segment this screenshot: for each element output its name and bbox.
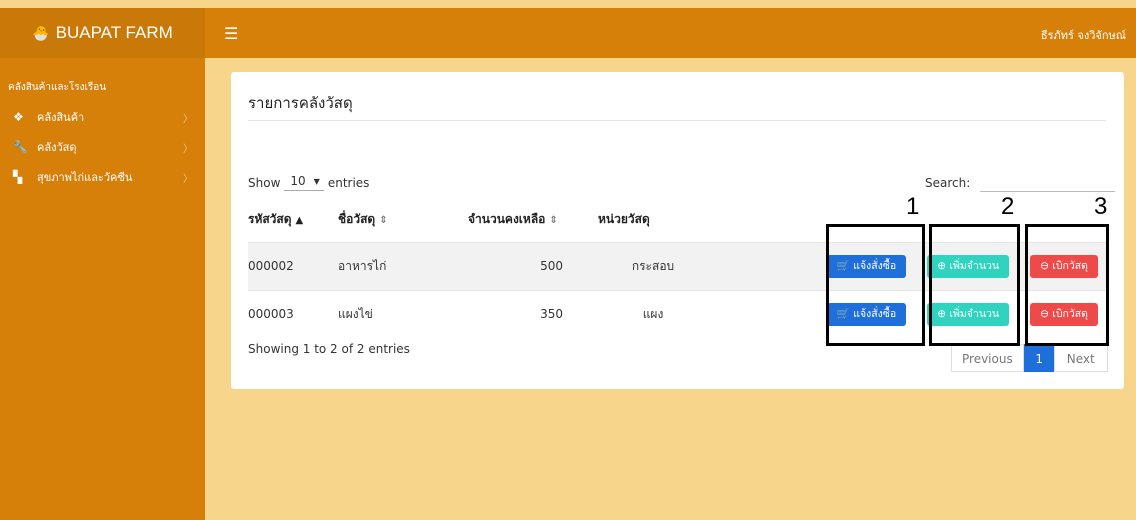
user-name[interactable]: ธีรภัทร์ จงวิจักษณ์ bbox=[1041, 26, 1126, 44]
page-title: รายการคลังวัสดุ bbox=[248, 94, 353, 112]
search-input[interactable] bbox=[980, 174, 1116, 192]
cell-unit: กระสอบ bbox=[598, 241, 708, 290]
col-name[interactable]: ชื่อวัสดุ ⇕ bbox=[338, 198, 468, 242]
page-1-button[interactable]: 1 bbox=[1023, 344, 1055, 372]
chevron-right-icon: 〉 bbox=[183, 143, 193, 155]
next-button[interactable]: Next bbox=[1053, 344, 1108, 372]
cubes-icon: ❖ bbox=[13, 110, 24, 124]
annotation-box-1 bbox=[826, 224, 925, 346]
table-info: Showing 1 to 2 of 2 entries bbox=[248, 342, 410, 356]
col-qty[interactable]: จำนวนคงเหลือ ⇕ bbox=[468, 198, 598, 242]
brand-name: BUAPAT FARM bbox=[55, 23, 173, 42]
col-code-label: รหัสวัสดุ bbox=[248, 212, 292, 227]
caret-down-icon: ▼ bbox=[313, 176, 320, 186]
annotation-box-3 bbox=[1025, 224, 1109, 346]
sidebar-item-label: คลังสินค้า bbox=[37, 111, 85, 124]
annotation-label-3: 3 bbox=[1094, 193, 1108, 220]
chick-icon: 🐣 bbox=[32, 24, 50, 41]
sort-asc-icon: ▲ bbox=[295, 215, 304, 227]
sort-icon: ⇕ bbox=[379, 215, 388, 227]
sidebar-item-products[interactable]: ❖ คลังสินค้า 〉 bbox=[0, 102, 205, 132]
top-header: 🐣 BUAPAT FARM ☰ ธีรภัทร์ จงวิจักษณ์ bbox=[0, 8, 1136, 58]
entries-select[interactable]: 10 ▼ bbox=[284, 174, 324, 191]
sidebar-item-label: สุขภาพไก่และวัคซีน bbox=[37, 171, 133, 184]
cell-code: 000002 bbox=[248, 241, 338, 290]
length-prefix: Show bbox=[248, 175, 281, 190]
cell-code: 000003 bbox=[248, 289, 338, 338]
wrench-icon: 🔧 bbox=[13, 140, 28, 154]
col-code[interactable]: รหัสวัสดุ ▲ bbox=[248, 198, 338, 242]
chevron-right-icon: 〉 bbox=[183, 173, 193, 185]
sidebar-item-label: คลังวัสดุ bbox=[37, 141, 77, 154]
col-name-label: ชื่อวัสดุ bbox=[338, 212, 376, 227]
brand-logo[interactable]: 🐣 BUAPAT FARM bbox=[0, 8, 205, 58]
pagination: Previous 1 Next bbox=[951, 344, 1108, 372]
sort-icon: ⇕ bbox=[549, 215, 558, 227]
sidebar-section-title: คลังสินค้าและโรงเรือน bbox=[8, 82, 107, 93]
entries-value: 10 bbox=[290, 174, 306, 188]
col-qty-label: จำนวนคงเหลือ bbox=[468, 212, 546, 227]
sidebar-item-health[interactable]: ▚ สุขภาพไก่และวัคซีน 〉 bbox=[0, 162, 205, 192]
search-label: Search: bbox=[925, 176, 971, 190]
annotation-label-2: 2 bbox=[1001, 193, 1015, 220]
length-suffix: entries bbox=[327, 175, 370, 190]
annotation-box-2 bbox=[929, 224, 1020, 346]
cell-name: อาหารไก่ bbox=[338, 241, 468, 290]
entries-length: Show 10 ▼ entries bbox=[248, 174, 369, 191]
cell-unit: แผง bbox=[598, 289, 708, 338]
previous-button[interactable]: Previous bbox=[951, 344, 1024, 372]
cell-qty: 350 bbox=[468, 289, 598, 338]
cell-qty: 500 bbox=[468, 241, 598, 290]
copy-icon: ▚ bbox=[13, 170, 23, 184]
cell-name: แผงไข่ bbox=[338, 289, 468, 338]
sidebar-item-materials[interactable]: 🔧 คลังวัสดุ 〉 bbox=[0, 132, 205, 162]
sidebar: คลังสินค้าและโรงเรือน ❖ คลังสินค้า 〉 🔧 ค… bbox=[0, 58, 205, 520]
chevron-right-icon: 〉 bbox=[183, 113, 193, 125]
menu-toggle-icon[interactable]: ☰ bbox=[224, 24, 238, 43]
search-box: Search: bbox=[925, 174, 1116, 192]
annotation-label-1: 1 bbox=[906, 193, 920, 220]
col-unit-label: หน่วยวัสดุ bbox=[598, 212, 650, 227]
col-unit[interactable]: หน่วยวัสดุ bbox=[598, 198, 708, 242]
title-divider bbox=[248, 120, 1106, 121]
